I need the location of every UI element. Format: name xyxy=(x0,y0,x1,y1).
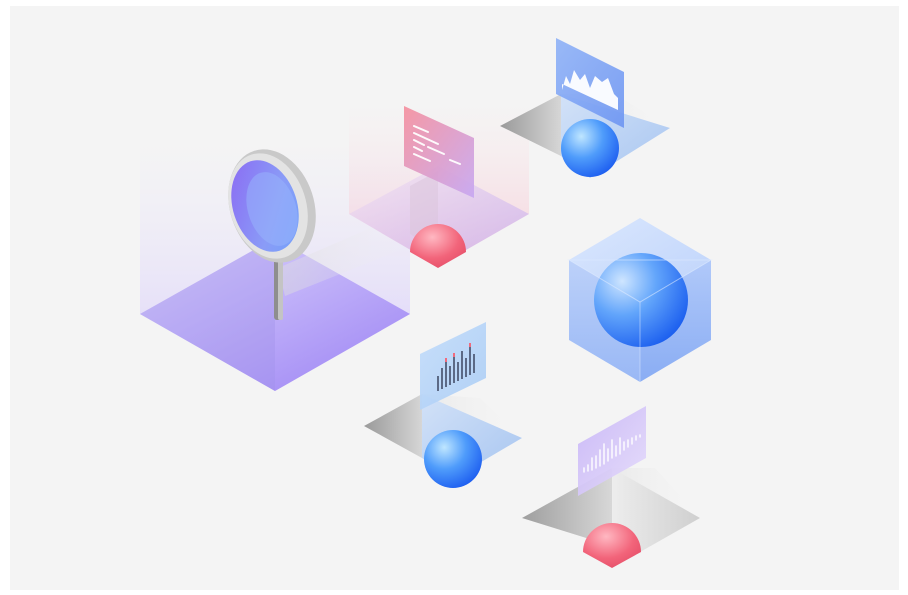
sphere-in-cube-icon xyxy=(567,218,713,382)
illustration-canvas xyxy=(10,6,899,590)
audio-wave-hole xyxy=(522,406,700,568)
isometric-data-illustration xyxy=(140,38,713,568)
bar-chart-hole xyxy=(364,322,522,488)
